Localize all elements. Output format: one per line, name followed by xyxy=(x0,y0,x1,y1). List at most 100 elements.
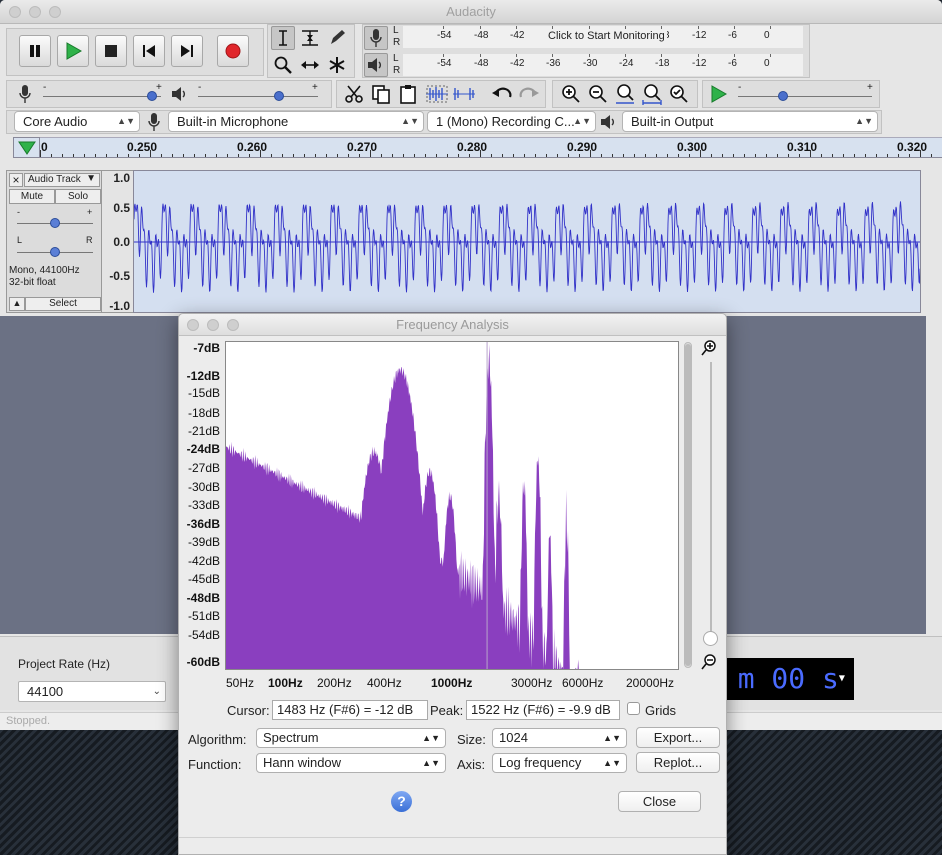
select-track-button[interactable]: Select xyxy=(25,297,101,311)
record-meter-tick-mark xyxy=(770,26,771,29)
waveform xyxy=(133,201,921,293)
minimize-window-button[interactable] xyxy=(29,6,41,18)
spectrum-plot[interactable] xyxy=(225,341,679,670)
export-button[interactable]: Export... xyxy=(636,727,720,748)
ruler-tick xyxy=(458,154,459,157)
window-function-select[interactable]: Hann window ▲▼ xyxy=(256,753,446,773)
time-shift-tool[interactable] xyxy=(298,53,322,77)
recording-volume-slider[interactable] xyxy=(43,91,161,101)
record-meter-tick-label: 0 xyxy=(764,30,770,41)
algorithm-select[interactable]: Spectrum ▲▼ xyxy=(256,728,446,748)
track-name-menu[interactable]: Audio Track ▼ xyxy=(24,173,100,187)
playback-speed-slider[interactable] xyxy=(738,91,872,101)
dialog-close-light[interactable] xyxy=(187,319,199,331)
ruler-tick xyxy=(645,154,646,157)
skip-to-end-button[interactable] xyxy=(171,35,203,67)
close-button[interactable]: Close xyxy=(618,791,701,812)
input-device-select[interactable]: Built-in Microphone ▲▼ xyxy=(168,111,424,132)
zoom-in-button[interactable] xyxy=(559,82,583,106)
undo-button[interactable] xyxy=(490,82,514,106)
audio-host-select[interactable]: Core Audio ▲▼ xyxy=(14,111,140,132)
replot-button[interactable]: Replot... xyxy=(636,752,720,773)
copy-button[interactable] xyxy=(369,82,393,106)
pan-left-label: L xyxy=(17,235,23,245)
ruler-tick xyxy=(513,154,514,157)
collapse-track-button[interactable]: ▲ xyxy=(9,297,25,311)
scrollbar-thumb[interactable] xyxy=(685,344,691,666)
playback-volume-slider[interactable] xyxy=(198,91,318,101)
multi-tool[interactable] xyxy=(325,53,349,77)
ruler-label: 0.250 xyxy=(127,140,158,154)
ruler-tick xyxy=(40,150,41,157)
redo-button[interactable] xyxy=(517,82,541,106)
track-pan-slider[interactable] xyxy=(17,247,93,257)
record-button[interactable] xyxy=(217,35,249,67)
axis-select[interactable]: Log frequency ▲▼ xyxy=(492,753,627,773)
cut-button[interactable] xyxy=(342,82,366,106)
fit-selection-button[interactable] xyxy=(613,82,637,106)
ruler-tick xyxy=(931,154,932,157)
vertical-zoom-knob[interactable] xyxy=(703,631,718,646)
ruler-tick xyxy=(777,154,778,157)
vertical-zoom-out-button[interactable] xyxy=(701,654,717,673)
record-meter-hint[interactable]: Click to Start Monitoring xyxy=(546,30,667,42)
pause-button[interactable] xyxy=(19,35,51,67)
playback-meter-tick-label: -18 xyxy=(655,58,670,69)
dialog-zoom-light[interactable] xyxy=(227,319,239,331)
ruler-tick xyxy=(293,154,294,157)
waveform-area[interactable] xyxy=(133,170,921,313)
track-gain-slider[interactable] xyxy=(17,218,93,228)
plot-vertical-scrollbar[interactable] xyxy=(684,342,692,668)
mute-button[interactable]: Mute xyxy=(9,189,55,204)
timeline-ruler[interactable]: 0 0.250 0.260 0.270 0.280 0.290 0.300 0.310 0.32… xyxy=(40,137,942,158)
ruler-label: 0 xyxy=(41,140,48,154)
speaker-icon xyxy=(368,58,381,72)
trim-audio-button[interactable] xyxy=(425,82,449,106)
project-rate-select[interactable]: 44100 ⌄ xyxy=(18,681,166,702)
paste-button[interactable] xyxy=(396,82,420,106)
draw-tool[interactable] xyxy=(325,26,349,50)
fit-project-button[interactable] xyxy=(640,82,664,106)
track-pan-knob[interactable] xyxy=(50,247,60,257)
grids-checkbox[interactable] xyxy=(627,702,640,715)
play-at-speed-button[interactable] xyxy=(706,82,730,106)
track-gain-knob[interactable] xyxy=(50,218,60,228)
dialog-minimize-light[interactable] xyxy=(207,319,219,331)
ruler-tick xyxy=(689,154,690,157)
selection-tool[interactable] xyxy=(271,26,295,50)
ruler-tick xyxy=(95,154,96,157)
track-close-button[interactable]: × xyxy=(9,173,23,187)
silence-audio-button[interactable] xyxy=(452,82,476,106)
zoom-window-button[interactable] xyxy=(49,6,61,18)
record-meter-button[interactable] xyxy=(364,26,388,50)
zoom-out-button[interactable] xyxy=(586,82,610,106)
db-axis-label: -7dB xyxy=(193,341,220,355)
record-meter-tick-label: -48 xyxy=(474,30,489,41)
play-button[interactable] xyxy=(57,35,89,67)
size-select[interactable]: 1024 ▲▼ xyxy=(492,728,627,748)
playback-volume-knob[interactable] xyxy=(274,91,284,101)
stop-button[interactable] xyxy=(95,35,127,67)
help-button[interactable]: ? xyxy=(391,791,412,812)
playback-speed-knob[interactable] xyxy=(778,91,788,101)
playback-meter-tick-label: -30 xyxy=(583,58,598,69)
vertical-zoom-in-button[interactable] xyxy=(701,340,717,359)
db-axis-label: -21dB xyxy=(187,424,220,438)
playback-meter[interactable]: -54 -48 -42 -36 -30 -24 -18 -12 -6 0 xyxy=(403,54,803,76)
input-channels-select[interactable]: 1 (Mono) Recording C... ▲▼ xyxy=(427,111,596,132)
close-window-button[interactable] xyxy=(9,6,21,18)
playback-meter-button[interactable] xyxy=(364,53,388,77)
ruler-tick xyxy=(304,154,305,157)
recording-volume-knob[interactable] xyxy=(147,91,157,101)
track-info-rate: Mono, 44100Hz xyxy=(9,265,80,276)
zoom-toggle-button[interactable] xyxy=(667,82,691,106)
skip-to-start-button[interactable] xyxy=(133,35,165,67)
vertical-zoom-slider[interactable] xyxy=(710,362,712,642)
record-meter-r: R xyxy=(393,37,401,48)
envelope-tool[interactable] xyxy=(298,26,322,50)
zoom-tool[interactable] xyxy=(271,53,295,77)
ruler-tick xyxy=(832,154,833,157)
output-device-select[interactable]: Built-in Output ▲▼ xyxy=(622,111,878,132)
timeline-play-head-button[interactable] xyxy=(13,137,40,158)
solo-button[interactable]: Solo xyxy=(55,189,101,204)
